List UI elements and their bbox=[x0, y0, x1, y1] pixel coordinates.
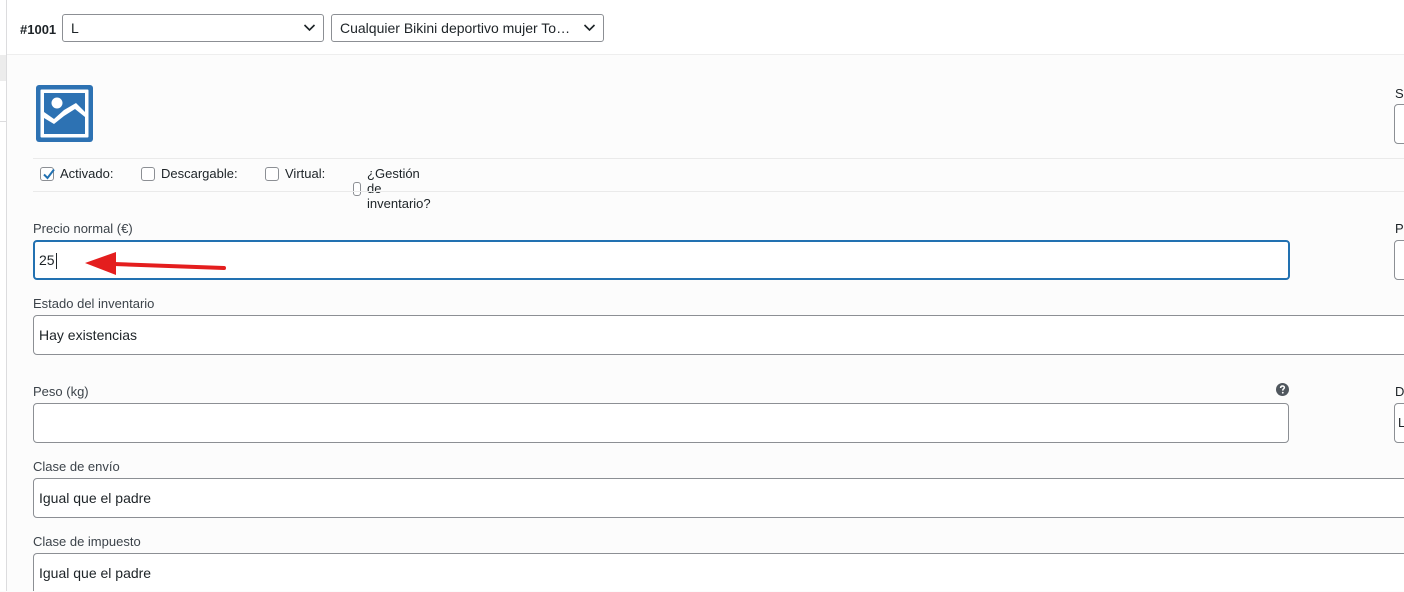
size-select[interactable]: L bbox=[62, 14, 324, 42]
sidebar-highlight bbox=[0, 55, 6, 81]
checkbox-box[interactable] bbox=[353, 181, 362, 196]
virtual-label: Virtual: bbox=[285, 166, 326, 181]
virtual-checkbox[interactable]: Virtual: bbox=[265, 166, 325, 181]
regular-price-label: Precio normal (€) bbox=[33, 221, 133, 236]
downloadable-checkbox[interactable]: Descargable: bbox=[141, 166, 238, 181]
regular-price-value: 25 bbox=[39, 252, 55, 268]
right-column-label: Pr bbox=[1395, 221, 1404, 236]
right-column-field[interactable]: L bbox=[1394, 403, 1404, 443]
right-column-label: Sl bbox=[1395, 86, 1404, 101]
text-caret bbox=[55, 253, 57, 270]
product-select[interactable]: Cualquier Bikini deportivo mujer Top… bbox=[331, 14, 604, 42]
stock-status-value: Hay existencias bbox=[39, 327, 138, 343]
chevron-down-icon bbox=[303, 24, 316, 32]
shipping-class-select[interactable]: Igual que el padre bbox=[33, 478, 1404, 518]
shipping-class-value: Igual que el padre bbox=[39, 490, 152, 506]
downloadable-label: Descargable: bbox=[161, 166, 238, 181]
checkbox-box[interactable] bbox=[265, 166, 279, 181]
size-select-value: L bbox=[71, 20, 79, 36]
arrow-annotation bbox=[85, 252, 226, 275]
checkbox-box[interactable] bbox=[40, 166, 55, 181]
manage-stock-label: ¿Gestión de inventario? bbox=[367, 166, 431, 211]
right-column-value: L bbox=[1398, 415, 1404, 430]
stock-status-label: Estado del inventario bbox=[33, 296, 155, 311]
admin-sidebar-edge bbox=[0, 0, 7, 591]
variation-header: #1001 L Cualquier Bikini deportivo mujer… bbox=[7, 0, 1404, 55]
product-select-value: Cualquier Bikini deportivo mujer Top… bbox=[340, 20, 573, 36]
checkbox-box[interactable] bbox=[141, 166, 155, 181]
weight-input[interactable] bbox=[33, 403, 1289, 443]
stock-status-select[interactable]: Hay existencias bbox=[33, 315, 1404, 355]
manage-stock-checkbox[interactable]: ¿Gestión de inventario? bbox=[353, 166, 437, 211]
right-column-field[interactable] bbox=[1394, 104, 1404, 144]
weight-label: Peso (kg) bbox=[33, 384, 89, 399]
divider bbox=[33, 191, 1404, 192]
right-column-label: D bbox=[1395, 384, 1404, 399]
enabled-label: Activado: bbox=[60, 166, 114, 181]
help-icon[interactable] bbox=[1276, 383, 1289, 396]
divider bbox=[33, 158, 1404, 159]
checkmark-icon bbox=[43, 168, 55, 180]
chevron-down-icon bbox=[583, 24, 596, 32]
image-placeholder-icon[interactable] bbox=[35, 84, 94, 143]
enabled-checkbox[interactable]: Activado: bbox=[40, 166, 113, 181]
sidebar-divider bbox=[0, 121, 6, 122]
tax-class-value: Igual que el padre bbox=[39, 565, 152, 581]
shipping-class-label: Clase de envío bbox=[33, 459, 120, 474]
right-column-field[interactable] bbox=[1394, 240, 1404, 280]
tax-class-label: Clase de impuesto bbox=[33, 534, 141, 549]
tax-class-select[interactable]: Igual que el padre bbox=[33, 553, 1404, 591]
variation-id: #1001 bbox=[20, 22, 57, 37]
